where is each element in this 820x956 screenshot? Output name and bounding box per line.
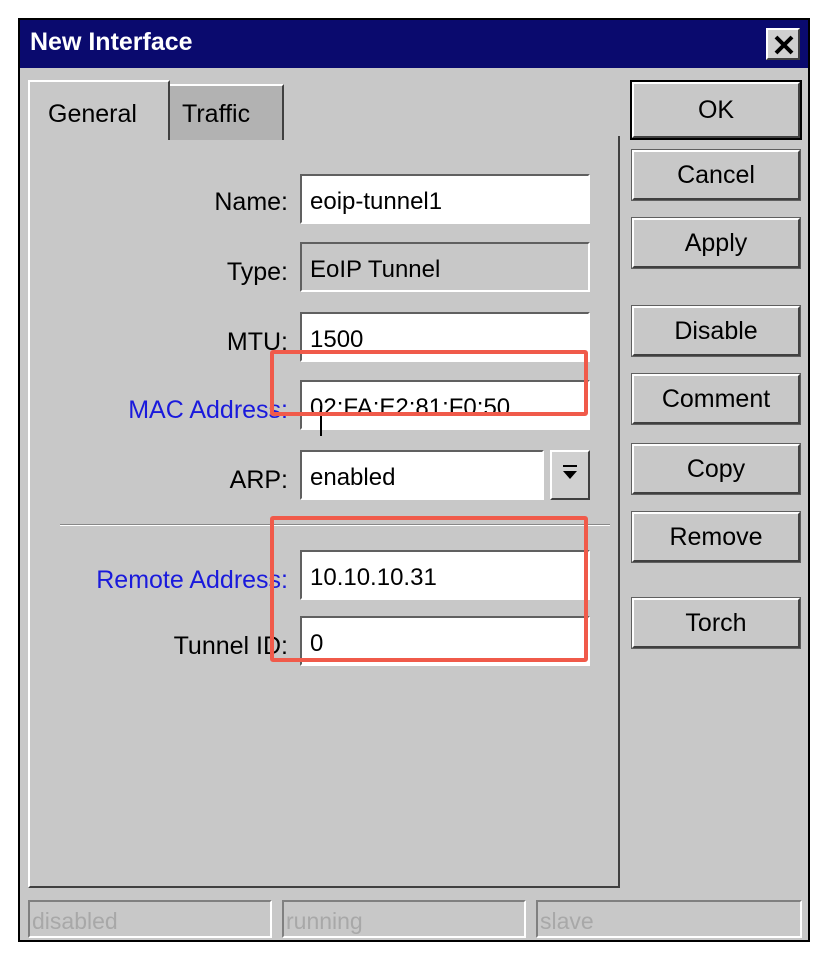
mac-address-label: MAC Address:: [128, 396, 288, 424]
remove-button[interactable]: Remove: [631, 511, 801, 563]
tab-traffic-label: Traffic: [182, 100, 251, 128]
general-panel: Name: eoip-tunnel1 Type: EoIP Tunnel MTU…: [28, 136, 620, 888]
name-value: eoip-tunnel1: [310, 188, 443, 215]
name-field[interactable]: eoip-tunnel1: [300, 174, 590, 224]
tab-general[interactable]: General: [28, 80, 170, 140]
mtu-label: MTU:: [226, 328, 288, 356]
tunnel-id-label: Tunnel ID:: [173, 632, 288, 660]
type-value: EoIP Tunnel: [310, 256, 441, 283]
type-field: EoIP Tunnel: [300, 242, 590, 292]
status-slave-text: slave: [540, 908, 594, 934]
arp-dropdown-button[interactable]: [550, 450, 590, 500]
status-disabled: disabled: [28, 900, 272, 938]
remote-tunnel-highlight: [270, 516, 588, 662]
title-bar[interactable]: New Interface: [20, 20, 808, 68]
tab-general-label: General: [48, 100, 137, 128]
remote-address-label: Remote Address:: [96, 566, 288, 594]
close-icon: [774, 35, 794, 55]
apply-button[interactable]: Apply: [631, 217, 801, 269]
mac-address-highlight: [270, 350, 588, 416]
chevron-down-icon: [563, 465, 577, 479]
arp-value: enabled: [310, 464, 396, 491]
arp-select[interactable]: enabled: [300, 450, 544, 500]
arp-label: ARP:: [229, 466, 288, 494]
close-button[interactable]: [766, 28, 800, 60]
window-title: New Interface: [30, 28, 193, 56]
torch-button[interactable]: Torch: [631, 597, 801, 649]
ok-button[interactable]: OK: [630, 80, 802, 140]
status-slave: slave: [536, 900, 802, 938]
name-label: Name:: [214, 188, 288, 216]
copy-button[interactable]: Copy: [631, 443, 801, 495]
cancel-button[interactable]: Cancel: [631, 149, 801, 201]
status-disabled-text: disabled: [32, 908, 118, 934]
new-interface-dialog: New Interface General Traffic Name: eoip…: [18, 18, 810, 942]
tab-traffic[interactable]: Traffic: [170, 84, 284, 140]
type-label: Type:: [226, 258, 288, 286]
status-running-text: running: [286, 908, 363, 934]
comment-button[interactable]: Comment: [631, 373, 801, 425]
disable-button[interactable]: Disable: [631, 305, 801, 357]
status-running: running: [282, 900, 526, 938]
